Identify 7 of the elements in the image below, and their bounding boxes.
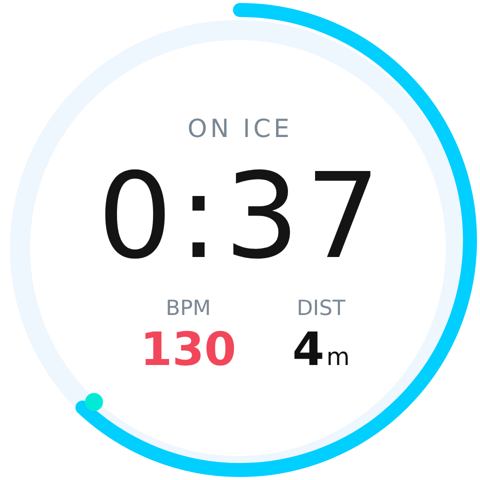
stat-value: 4 m <box>292 322 350 378</box>
position-dot <box>85 393 103 411</box>
timer-readout: 0:37 <box>98 146 386 286</box>
status-label: ON ICE <box>188 113 292 145</box>
stat-label: BPM <box>166 295 211 322</box>
stat-label: DIST <box>296 295 346 322</box>
stat-value: 130 <box>140 322 236 376</box>
